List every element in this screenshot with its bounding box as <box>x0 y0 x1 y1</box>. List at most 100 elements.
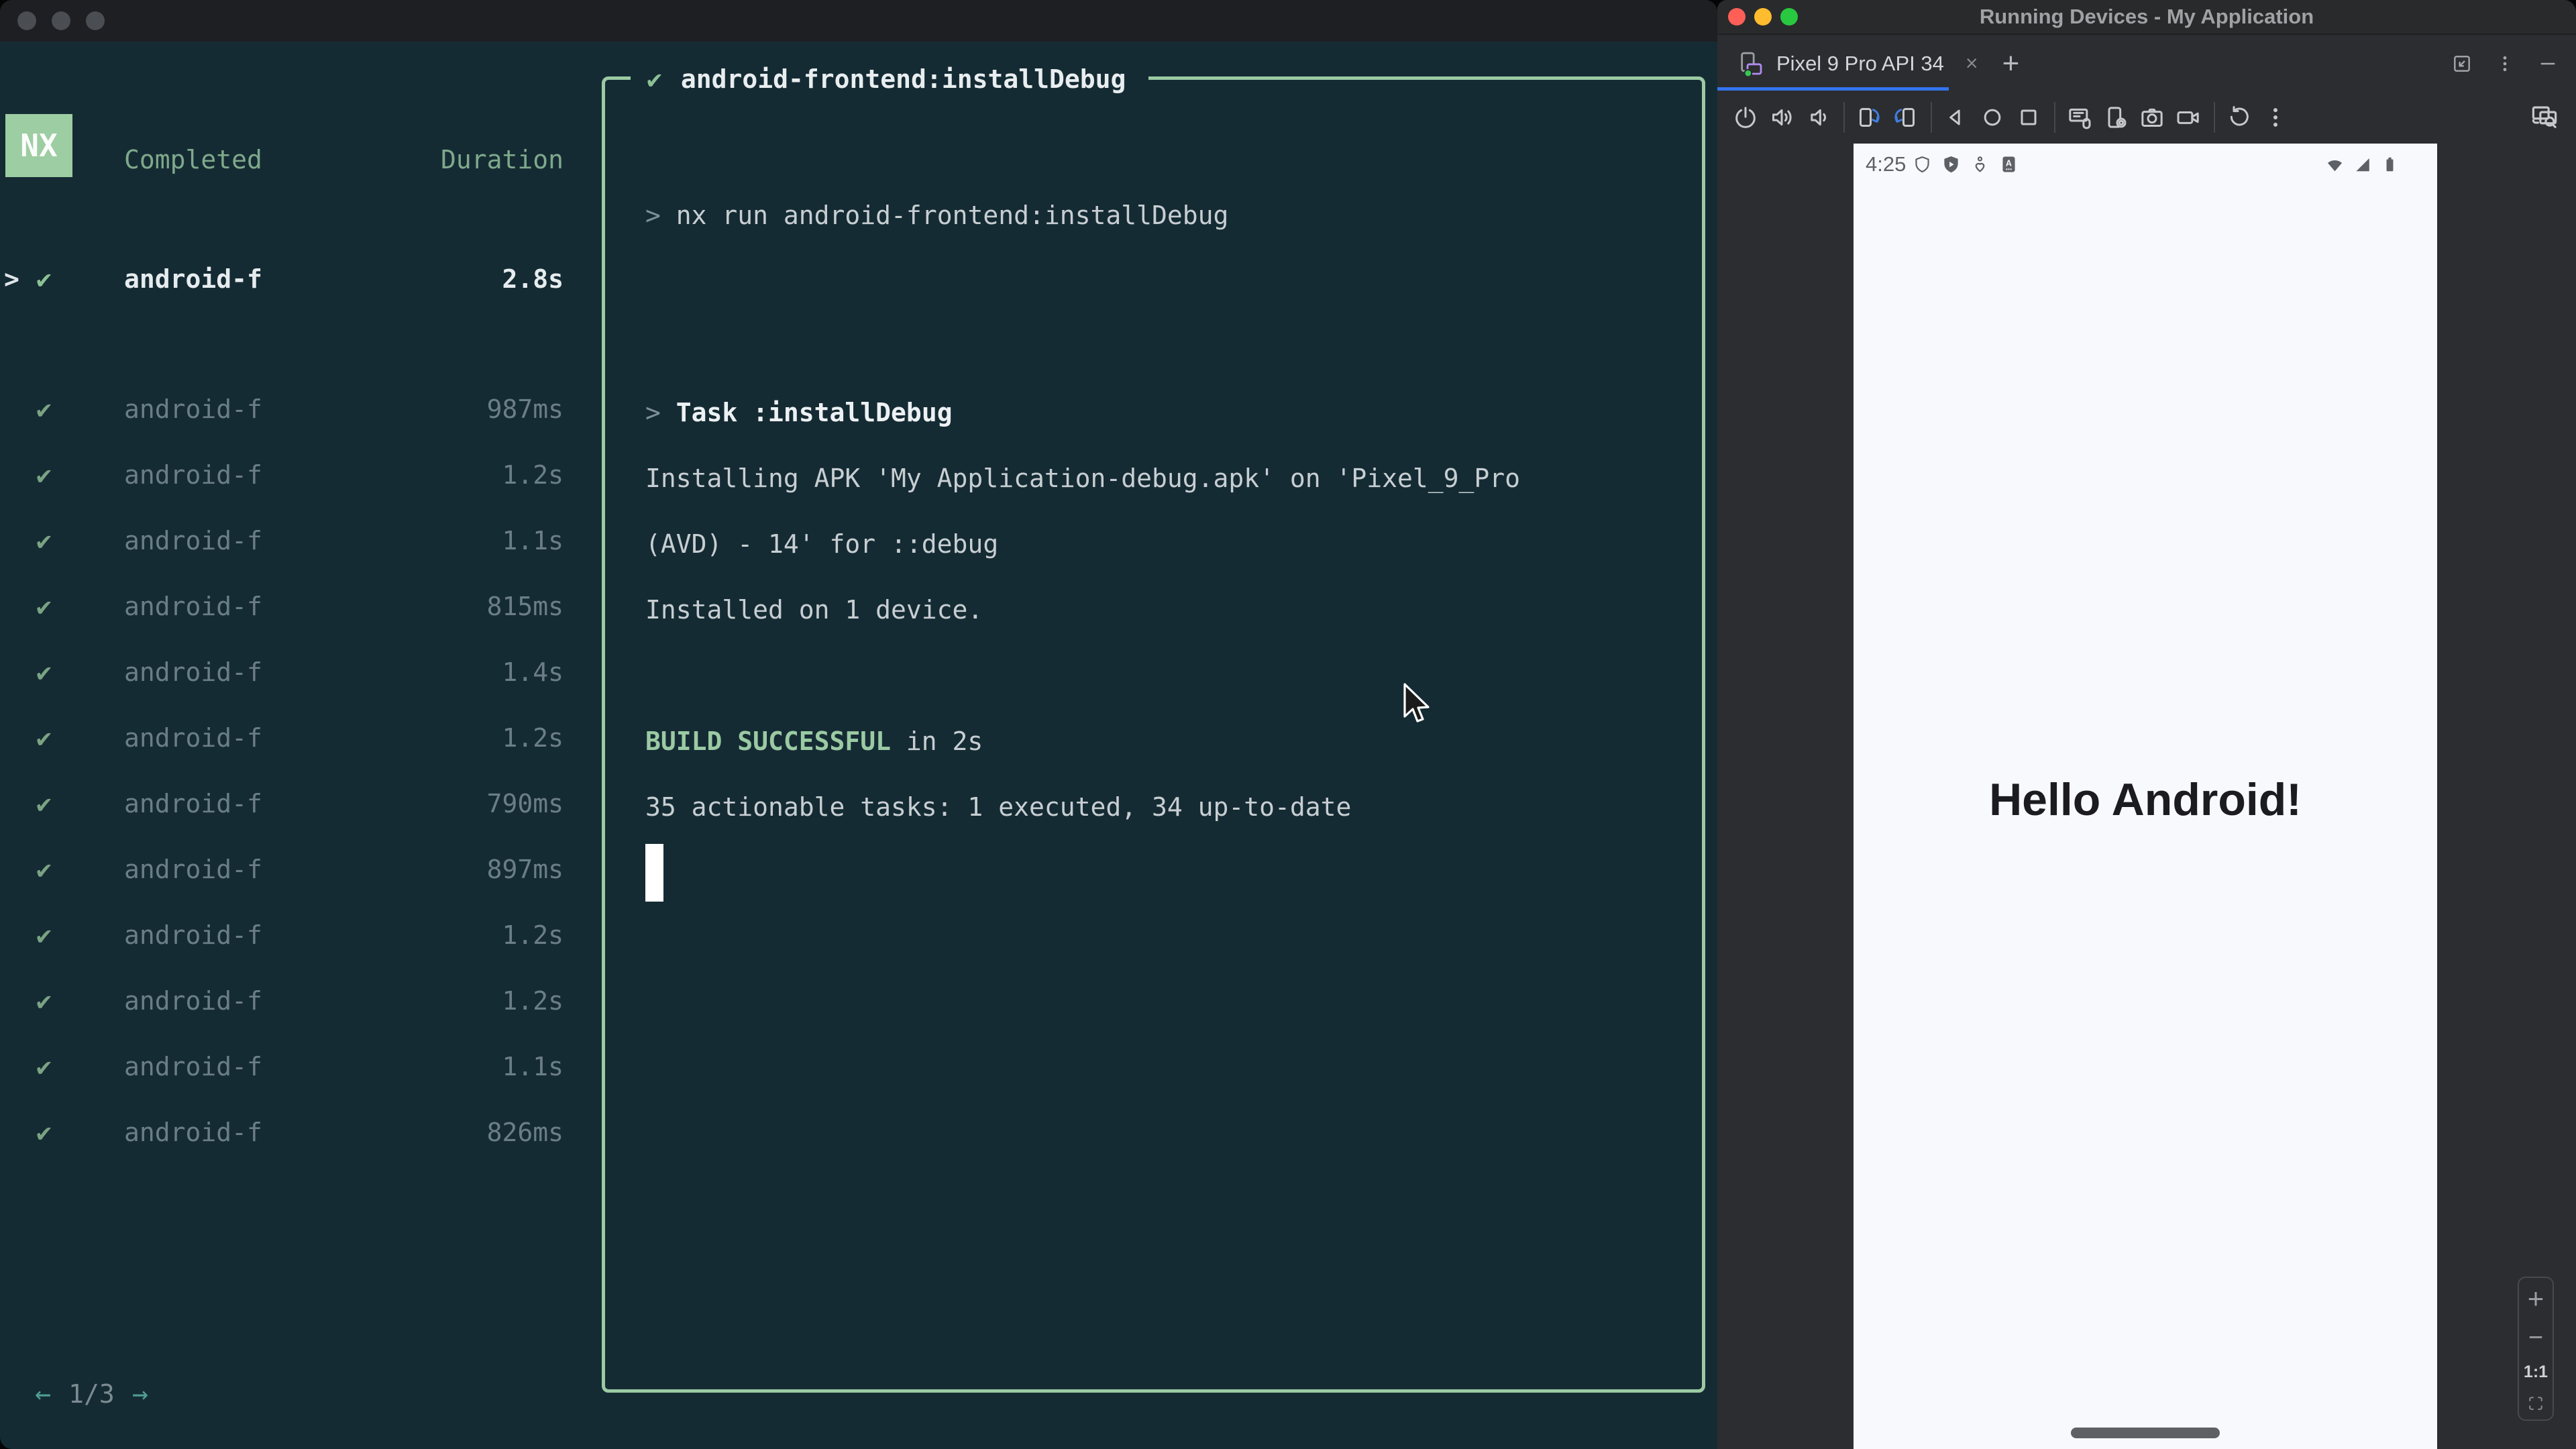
task-row[interactable]: ✔ android-f 1.4s <box>0 639 577 705</box>
task-row[interactable]: ✔ android-f 1.2s <box>0 442 577 508</box>
play-protect-icon <box>1941 155 1961 174</box>
task-row-selected[interactable]: > ✔ android-f 2.8s <box>0 246 577 312</box>
task-list: ✔ android-f 987ms ✔ android-f 1.2s ✔ android-f 1… <box>0 376 577 1165</box>
task-name: android-f <box>124 723 262 753</box>
new-tab-button[interactable]: + <box>2002 47 2020 80</box>
task-duration: 790ms <box>486 789 564 818</box>
task-duration: 1.2s <box>502 920 564 950</box>
task-row[interactable]: ✔ android-f 1.1s <box>0 508 577 574</box>
display-icon[interactable] <box>2066 104 2093 131</box>
check-icon: ✔ <box>36 855 52 884</box>
float-window-icon[interactable] <box>2451 53 2473 74</box>
back-icon[interactable] <box>1943 104 1970 131</box>
volume-down-icon[interactable] <box>1805 104 1831 131</box>
check-icon: ✔ <box>36 986 52 1016</box>
check-icon: ✔ <box>36 920 52 950</box>
task-duration: 1.2s <box>502 460 564 490</box>
terminal-close-button[interactable] <box>17 11 36 30</box>
wellbeing-icon <box>1970 155 1990 174</box>
output-line: Installed on 1 device. <box>645 595 983 625</box>
home-icon[interactable] <box>1979 104 2006 131</box>
task-name: android-f <box>124 264 262 294</box>
task-row[interactable]: ✔ android-f 790ms <box>0 771 577 837</box>
minimize-button[interactable] <box>1754 8 1772 25</box>
task-row[interactable]: ✔ android-f 987ms <box>0 376 577 442</box>
zoom-in-button[interactable]: + <box>2528 1285 2544 1313</box>
screen-record-icon[interactable] <box>2175 104 2202 131</box>
check-icon: ✔ <box>36 657 52 687</box>
battery-icon <box>2380 155 2400 174</box>
output-line: Installing APK 'My Application-debug.apk… <box>645 464 1521 493</box>
close-button[interactable] <box>1728 8 1746 25</box>
volume-up-icon[interactable] <box>1768 104 1795 131</box>
emulator-screen[interactable]: 4:25 A Hello Android! <box>1854 144 2437 1449</box>
rotate-left-icon[interactable] <box>1856 104 1882 131</box>
mouse-cursor <box>1402 683 1434 727</box>
task-row[interactable]: ✔ android-f 1.2s <box>0 968 577 1034</box>
power-icon[interactable] <box>1732 104 1759 131</box>
output-task-name: android-frontend:installDebug <box>680 64 1126 94</box>
fit-screen-button[interactable] <box>2526 1394 2545 1413</box>
screenshot-icon[interactable] <box>2139 104 2165 131</box>
check-icon: ✔ <box>36 723 52 753</box>
window-title: Running Devices - My Application <box>1979 5 2314 28</box>
android-status-bar: 4:25 A <box>1854 149 2437 180</box>
task-row[interactable]: ✔ android-f 897ms <box>0 837 577 902</box>
task-row[interactable]: ✔ android-f 1.2s <box>0 902 577 968</box>
more-icon[interactable] <box>2262 104 2289 131</box>
navigation-pill[interactable] <box>2071 1428 2220 1438</box>
terminal-titlebar <box>0 0 1717 42</box>
reset-icon[interactable] <box>2226 104 2253 131</box>
task-name: android-f <box>124 1052 262 1081</box>
status-icons-right <box>2325 155 2400 174</box>
zoom-out-button[interactable]: − <box>2528 1325 2543 1350</box>
page-indicator: 1/3 <box>68 1379 115 1409</box>
terminal-window: NX Completed Duration > ✔ android-f 2.8s… <box>0 0 1717 1449</box>
task-name: android-f <box>124 789 262 818</box>
task-row[interactable]: ✔ android-f 826ms <box>0 1099 577 1165</box>
rotate-right-icon[interactable] <box>1892 104 1919 131</box>
check-icon: ✔ <box>36 1118 52 1147</box>
zoom-controls: + − 1:1 <box>2518 1277 2554 1421</box>
more-icon[interactable] <box>2494 53 2516 74</box>
task-duration: 1.2s <box>502 723 564 753</box>
pagination: ← 1/3 → <box>35 1361 148 1427</box>
maximize-button[interactable] <box>1780 8 1798 25</box>
task-row[interactable]: ✔ android-f 1.2s <box>0 705 577 771</box>
task-duration: 1.1s <box>502 1052 564 1081</box>
task-duration: 987ms <box>486 394 564 424</box>
prev-page-arrow[interactable]: ← <box>35 1379 51 1409</box>
similar-screens-icon[interactable] <box>2530 103 2559 131</box>
toolbar-separator <box>2214 101 2215 133</box>
status-icons-left: A <box>1913 155 2019 174</box>
task-row[interactable]: ✔ android-f 815ms <box>0 574 577 639</box>
column-completed: Completed <box>124 145 262 174</box>
terminal-minimize-button[interactable] <box>52 11 70 30</box>
toolbar-separator <box>2054 101 2055 133</box>
task-name: android-f <box>124 592 262 621</box>
studio-titlebar: Running Devices - My Application <box>1717 0 2576 35</box>
task-duration: 1.4s <box>502 657 564 687</box>
task-name: android-f <box>124 394 262 424</box>
task-row[interactable]: ✔ android-f 1.1s <box>0 1034 577 1099</box>
wifi-icon <box>2325 155 2345 174</box>
column-duration: Duration <box>440 145 564 174</box>
terminal-zoom-button[interactable] <box>86 11 105 30</box>
check-icon: ✔ <box>36 394 52 424</box>
device-settings-icon[interactable] <box>2102 104 2129 131</box>
task-duration: 1.2s <box>502 986 564 1016</box>
check-icon: ✔ <box>36 1052 52 1081</box>
next-page-arrow[interactable]: → <box>132 1379 148 1409</box>
zoom-actual-size-button[interactable]: 1:1 <box>2524 1362 2548 1382</box>
output-line: 35 actionable tasks: 1 executed, 34 up-t… <box>645 792 1352 822</box>
overview-icon[interactable] <box>2015 104 2042 131</box>
task-name: android-f <box>124 855 262 884</box>
running-devices-window: Running Devices - My Application Pixel 9… <box>1717 0 2576 1449</box>
tab-pixel-9-pro[interactable]: Pixel 9 Pro API 34 × <box>1717 36 1978 91</box>
hide-icon[interactable] <box>2537 53 2559 74</box>
close-tab-icon[interactable]: × <box>1966 51 1978 76</box>
traffic-lights <box>1728 0 1798 34</box>
selection-caret-icon: > <box>4 264 19 294</box>
